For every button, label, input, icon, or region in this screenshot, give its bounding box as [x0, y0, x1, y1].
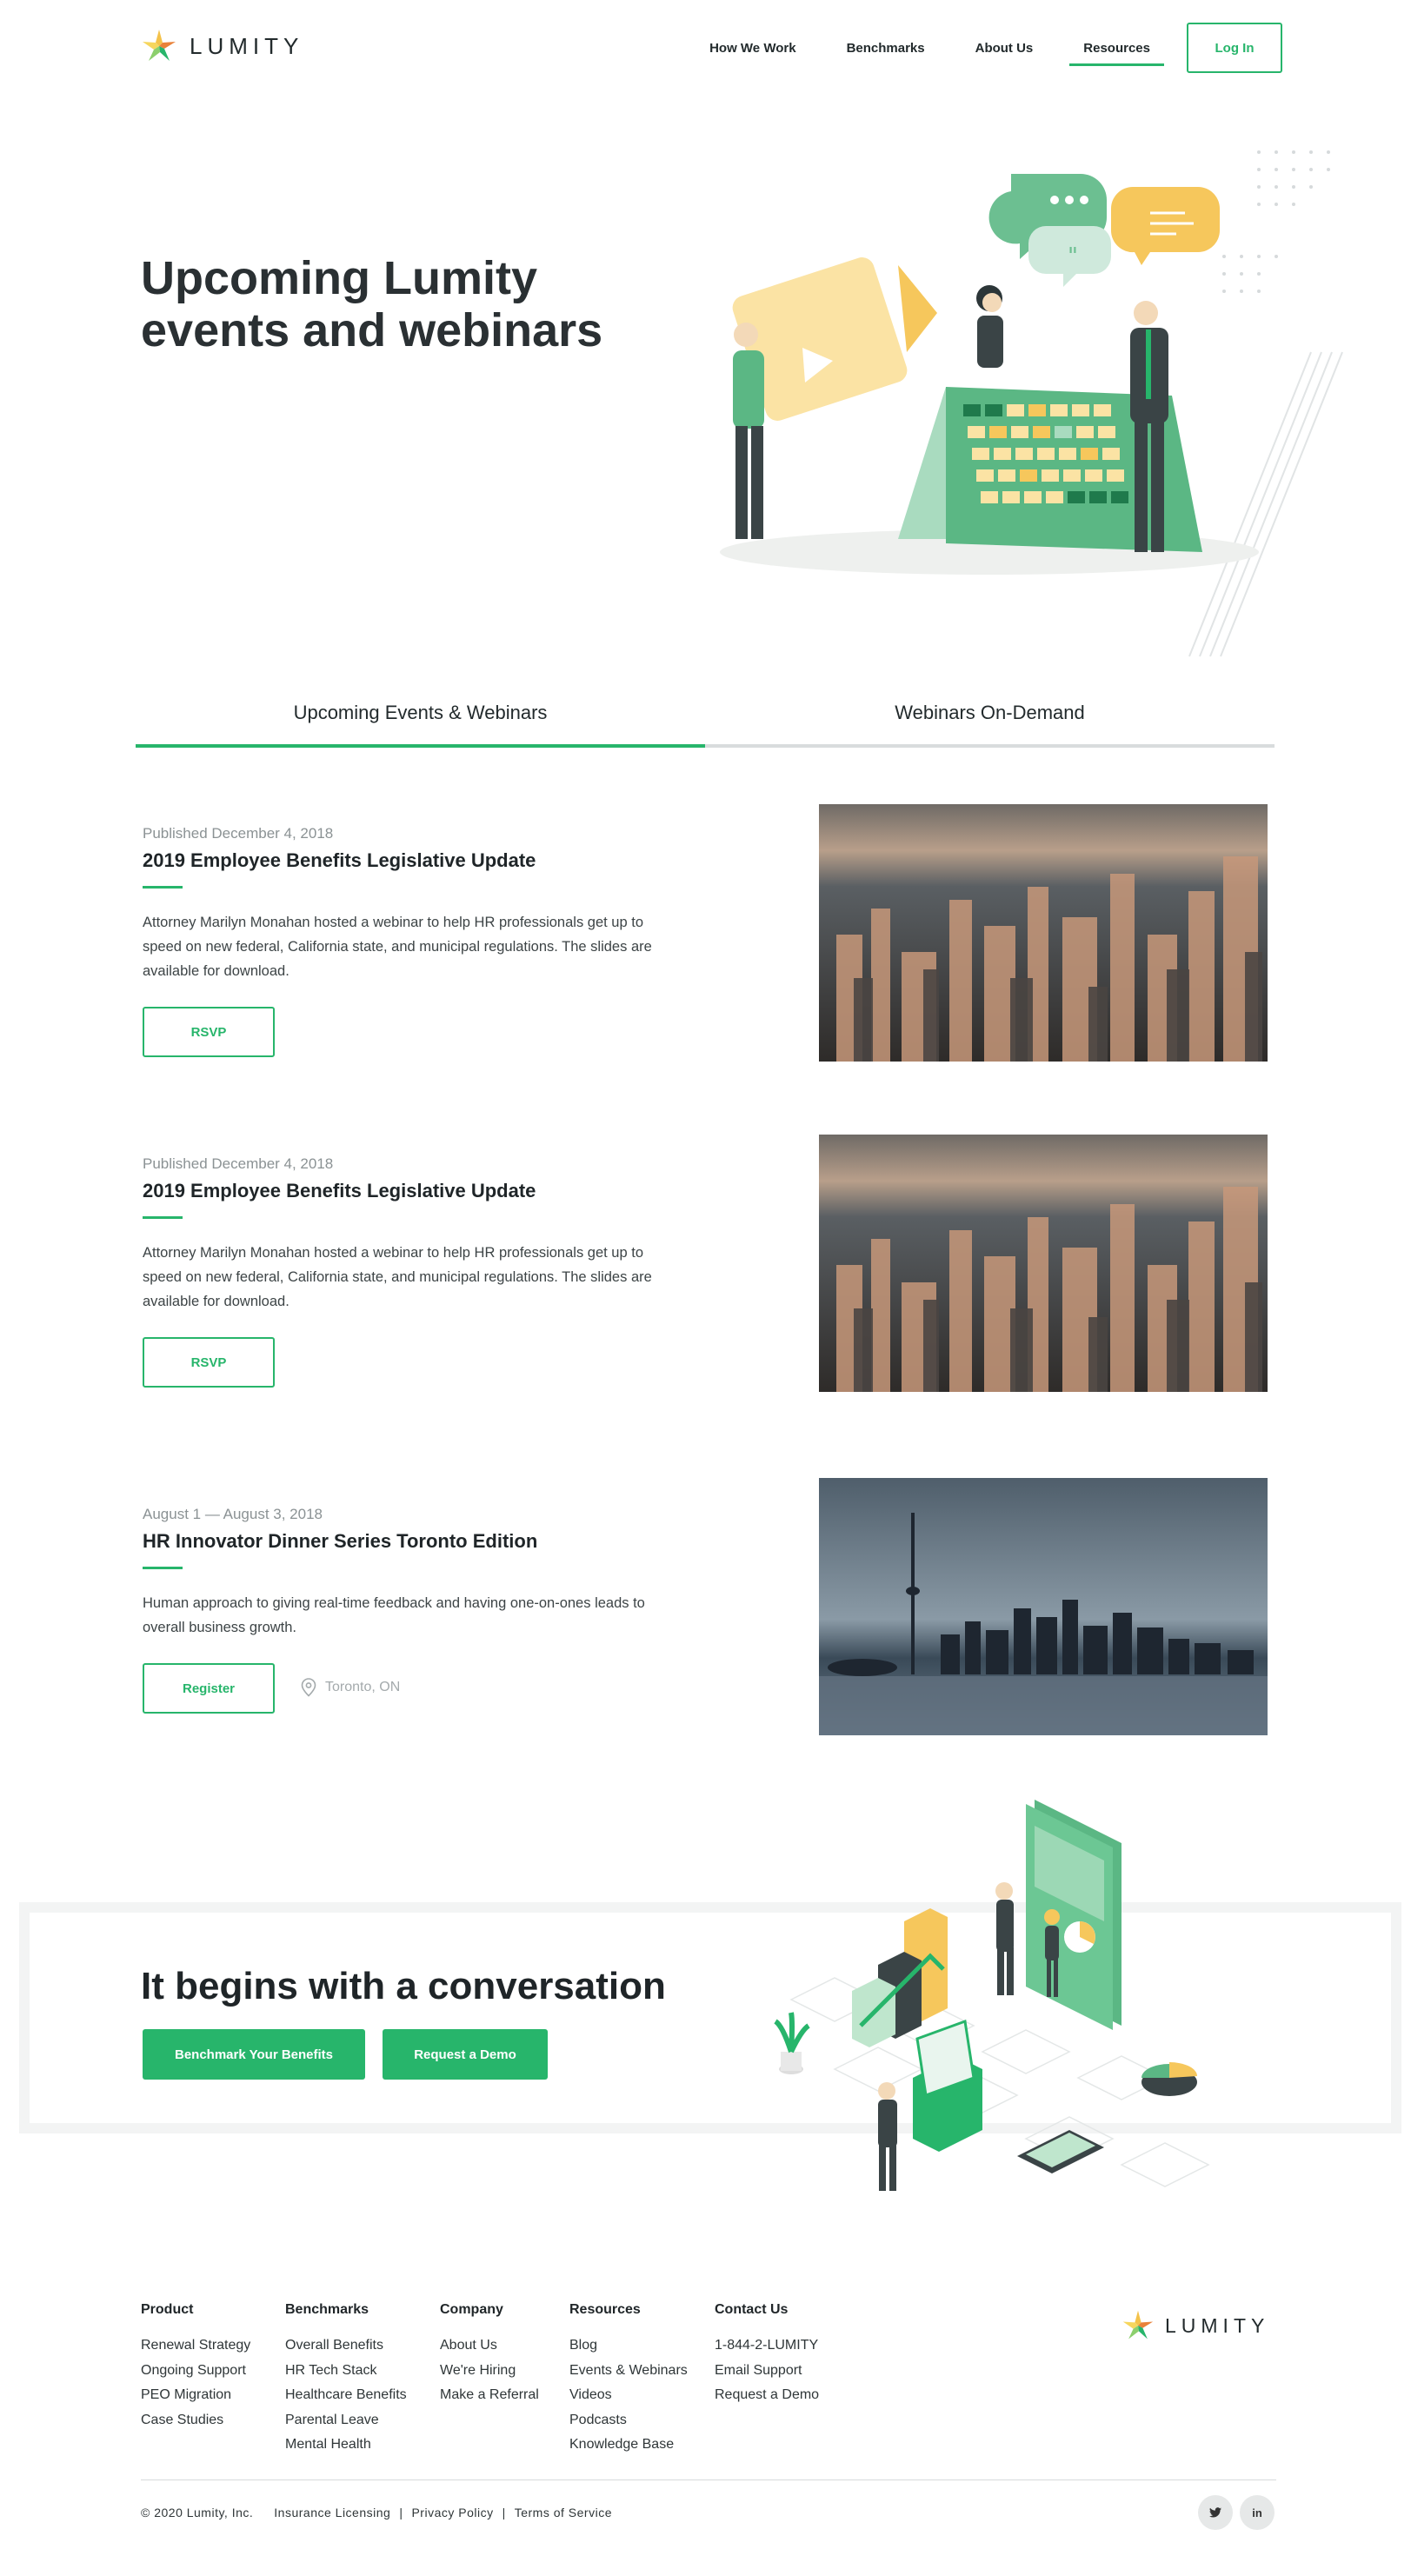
cta-illustration: [774, 1800, 1210, 2191]
location-text: Toronto, ON: [325, 1680, 401, 1694]
footer-link[interactable]: Email Support: [715, 2359, 819, 2384]
svg-text:": ": [1068, 243, 1078, 270]
rsvp-button[interactable]: RSVP: [143, 1337, 275, 1388]
footer-link[interactable]: We're Hiring: [440, 2359, 539, 2384]
linkedin-glyph: in: [1252, 2506, 1262, 2519]
request-demo-button[interactable]: Request a Demo: [383, 2029, 548, 2080]
footer-heading: Resources: [569, 2302, 641, 2317]
lumity-logo-icon: [143, 30, 176, 61]
footer-link[interactable]: HR Tech Stack: [285, 2359, 407, 2384]
event-title[interactable]: HR Innovator Dinner Series Toronto Editi…: [143, 1530, 537, 1553]
event-card: Published December 4, 2018 2019 Employee…: [141, 804, 1271, 1065]
register-button[interactable]: Register: [143, 1663, 275, 1714]
footer-link[interactable]: Ongoing Support: [141, 2359, 250, 2384]
title-underline: [143, 1567, 183, 1569]
site-header: LUMITY How We Work Benchmarks About Us R…: [0, 0, 1411, 96]
footer-col-benchmarks: Benchmarks Overall Benefits HR Tech Stac…: [285, 2302, 407, 2458]
footer-logo[interactable]: LUMITY: [1121, 2309, 1269, 2342]
rsvp-button[interactable]: RSVP: [143, 1007, 275, 1057]
event-description: Attorney Marilyn Monahan hosted a webina…: [143, 915, 652, 979]
footer-link[interactable]: Events & Webinars: [569, 2359, 688, 2384]
event-card: Published December 4, 2018 2019 Employee…: [141, 1135, 1271, 1395]
footer-link[interactable]: Make a Referral: [440, 2383, 539, 2408]
twitter-icon[interactable]: [1198, 2495, 1233, 2530]
footer-legal: © 2020 Lumity, Inc. Insurance Licensing …: [141, 2506, 612, 2519]
insurance-licensing-link[interactable]: Insurance Licensing: [274, 2506, 390, 2519]
footer-link[interactable]: Case Studies: [141, 2408, 250, 2433]
event-date: August 1 — August 3, 2018: [143, 1506, 323, 1522]
footer-link[interactable]: Request a Demo: [715, 2383, 819, 2408]
brand-logo[interactable]: LUMITY: [141, 28, 303, 64]
event-image: [819, 1135, 1268, 1392]
login-button[interactable]: Log In: [1187, 23, 1282, 73]
event-date: Published December 4, 2018: [143, 1155, 334, 1172]
nav-about-us[interactable]: About Us: [975, 30, 1034, 66]
tab-upcoming-events[interactable]: Upcoming Events & Webinars: [136, 678, 705, 748]
footer-link[interactable]: PEO Migration: [141, 2383, 250, 2408]
tab-webinars-on-demand[interactable]: Webinars On-Demand: [705, 678, 1275, 748]
main-nav: How We Work Benchmarks About Us Resource…: [659, 23, 1282, 73]
event-title[interactable]: 2019 Employee Benefits Legislative Updat…: [143, 849, 536, 872]
footer-link[interactable]: Videos: [569, 2383, 688, 2408]
terms-of-service-link[interactable]: Terms of Service: [515, 2506, 612, 2519]
separator: |: [399, 2506, 403, 2519]
footer-link[interactable]: Mental Health: [285, 2433, 407, 2458]
title-underline: [143, 1216, 183, 1219]
footer-link[interactable]: About Us: [440, 2333, 539, 2359]
footer-link[interactable]: Overall Benefits: [285, 2333, 407, 2359]
event-image: [819, 1478, 1268, 1735]
lumity-logo-icon: [1122, 2310, 1154, 2340]
footer-link[interactable]: Knowledge Base: [569, 2433, 688, 2458]
footer-heading: Contact Us: [715, 2302, 789, 2317]
page-title: Upcoming Lumity events and webinars: [141, 252, 603, 356]
event-date: Published December 4, 2018: [143, 825, 334, 842]
footer-link[interactable]: Parental Leave: [285, 2408, 407, 2433]
footer-divider: [141, 2479, 1276, 2480]
nav-benchmarks[interactable]: Benchmarks: [847, 30, 925, 66]
footer-heading: Company: [440, 2302, 503, 2317]
copyright: © 2020 Lumity, Inc.: [141, 2506, 254, 2519]
hero-illustration: ": [720, 150, 1343, 657]
brand-name: LUMITY: [1165, 2313, 1270, 2337]
footer-link[interactable]: 1-844-2-LUMITY: [715, 2333, 819, 2359]
cta-title: It begins with a conversation: [141, 1965, 666, 2007]
nav-how-we-work[interactable]: How We Work: [709, 30, 795, 66]
footer-col-resources: Resources Blog Events & Webinars Videos …: [569, 2302, 688, 2458]
footer-col-contact: Contact Us 1-844-2-LUMITY Email Support …: [715, 2302, 819, 2408]
footer-link[interactable]: Renewal Strategy: [141, 2333, 250, 2359]
footer-link[interactable]: Podcasts: [569, 2408, 688, 2433]
footer-link[interactable]: Blog: [569, 2333, 688, 2359]
footer-col-company: Company About Us We're Hiring Make a Ref…: [440, 2302, 539, 2408]
linkedin-icon[interactable]: in: [1240, 2495, 1275, 2530]
title-underline: [143, 886, 183, 889]
event-description: Attorney Marilyn Monahan hosted a webina…: [143, 1245, 652, 1309]
footer-heading: Benchmarks: [285, 2302, 369, 2317]
event-description: Human approach to giving real-time feedb…: [143, 1595, 645, 1635]
footer-link[interactable]: Healthcare Benefits: [285, 2383, 407, 2408]
footer-col-product: Product Renewal Strategy Ongoing Support…: [141, 2302, 250, 2433]
privacy-policy-link[interactable]: Privacy Policy: [411, 2506, 493, 2519]
event-title[interactable]: 2019 Employee Benefits Legislative Updat…: [143, 1180, 536, 1202]
event-card: August 1 — August 3, 2018 HR Innovator D…: [141, 1478, 1271, 1739]
event-tabs: Upcoming Events & Webinars Webinars On-D…: [136, 678, 1275, 748]
nav-resources[interactable]: Resources: [1069, 30, 1164, 66]
event-location: Toronto, ON: [301, 1678, 400, 1697]
separator: |: [502, 2506, 506, 2519]
tab-active-indicator: [136, 744, 705, 748]
event-image: [819, 804, 1268, 1062]
benchmark-benefits-button[interactable]: Benchmark Your Benefits: [143, 2029, 365, 2080]
location-pin-icon: [301, 1678, 316, 1697]
brand-name: LUMITY: [190, 32, 304, 59]
footer-heading: Product: [141, 2302, 194, 2317]
